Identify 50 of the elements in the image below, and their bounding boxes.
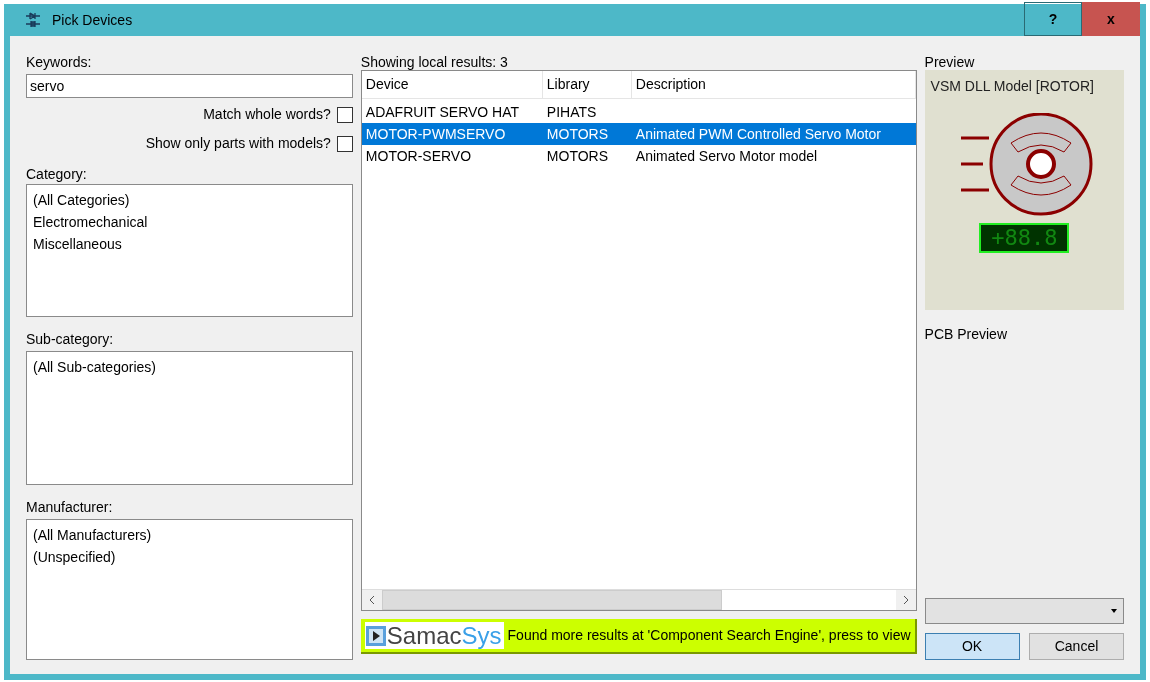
banner-text: Found more results at 'Component Search Engine', press to view	[507, 626, 911, 645]
table-cell-text: PIHATS	[545, 102, 598, 122]
pcb-preview-label: PCB Preview	[924, 325, 1008, 344]
manufacturer-list[interactable]: (All Manufacturers) (Unspecified)	[26, 519, 353, 660]
play-icon	[364, 624, 387, 647]
cancel-button[interactable]: Cancel	[1029, 633, 1124, 660]
model-name: VSM DLL Model [ROTOR]	[930, 77, 1095, 96]
manufacturer-label: Manufacturer:	[26, 498, 114, 517]
sub-category-list[interactable]: (All Sub-categories)	[26, 351, 353, 485]
column-header[interactable]: Library	[542, 71, 632, 98]
window-title: Pick Devices	[52, 10, 133, 30]
category-label: Category:	[26, 165, 88, 184]
category-list[interactable]: (All Categories) Electromechanical Miscellaneous	[26, 184, 353, 317]
list-item[interactable]: Miscellaneous	[33, 233, 346, 255]
preview-label: Preview	[924, 53, 976, 72]
keywords-label: Keywords:	[26, 53, 93, 72]
table-cell-text: MOTOR-PWMSERVO	[364, 124, 507, 144]
list-item[interactable]: (All Sub-categories)	[33, 356, 346, 378]
digital-display: +88.8	[979, 223, 1070, 253]
dropdown-arrow-icon	[1111, 609, 1117, 613]
list-item[interactable]: (All Categories)	[33, 189, 346, 211]
table-cell-text: Animated PWM Controlled Servo Motor	[634, 124, 882, 144]
list-item[interactable]: Electromechanical	[33, 211, 346, 233]
column-header[interactable]: Device	[361, 71, 543, 98]
component-symbol-icon	[24, 11, 42, 29]
scrollbar-thumb[interactable]	[381, 590, 722, 610]
result-row[interactable]: MOTOR-SERVO MOTORS Animated Servo Motor model	[361, 145, 916, 167]
dropdown[interactable]	[924, 598, 1124, 624]
keywords-field[interactable]: servo	[26, 74, 353, 98]
result-row[interactable]: MOTOR-PWMSERVO MOTORS Animated PWM Controlled Servo Motor	[361, 123, 916, 145]
sub-category-label: Sub-category:	[26, 330, 115, 349]
list-item[interactable]: (Unspecified)	[33, 546, 346, 568]
close-button[interactable]: x	[1082, 2, 1140, 36]
table-cell-text: MOTOR-SERVO	[364, 146, 473, 166]
list-item[interactable]: (All Manufacturers)	[33, 524, 346, 546]
help-button[interactable]: ?	[1024, 2, 1082, 36]
samacsys-logo: SamacSys	[386, 623, 502, 648]
ok-button[interactable]: OK	[924, 633, 1020, 660]
table-cell-text: MOTORS	[545, 124, 610, 144]
results-count-label: Showing local results: 3	[360, 53, 509, 72]
result-row[interactable]: ADAFRUIT SERVO HAT PIHATS	[361, 101, 916, 123]
table-cell-text: Animated Servo Motor model	[634, 146, 819, 166]
checkbox[interactable]	[336, 135, 353, 152]
checkbox[interactable]	[336, 106, 353, 123]
component-search-banner[interactable]: SamacSys Found more results at 'Component Search Engine', press to view	[360, 619, 917, 654]
checkbox-label: Show only parts with models?	[145, 134, 331, 153]
checkbox-label: Match whole words?	[203, 105, 331, 124]
table-cell-text: MOTORS	[545, 146, 610, 166]
column-header[interactable]: Description	[631, 71, 916, 98]
table-cell-text: ADAFRUIT SERVO HAT	[364, 102, 521, 122]
